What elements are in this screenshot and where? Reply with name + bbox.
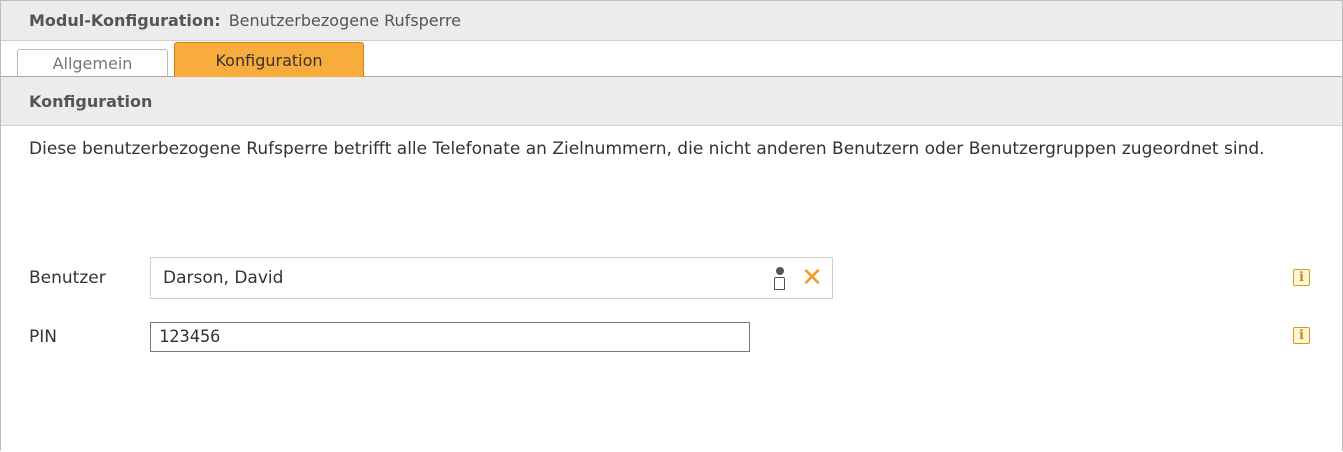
pin-label: PIN [29, 327, 57, 347]
user-label: Benutzer [29, 268, 106, 288]
pin-input[interactable] [150, 322, 750, 352]
panel-title-label: Modul-Konfiguration: [29, 11, 221, 30]
tab-konfiguration[interactable]: Konfiguration [174, 42, 364, 77]
section-title: Konfiguration [1, 77, 1342, 126]
module-config-panel: Modul-Konfiguration: Benutzerbezogene Ru… [0, 0, 1343, 451]
user-picker-field[interactable]: Darson, David ✕ [150, 257, 833, 299]
panel-title-module: Benutzerbezogene Rufsperre [228, 11, 462, 30]
info-icon[interactable]: i [1293, 327, 1310, 344]
close-icon[interactable]: ✕ [800, 265, 824, 291]
user-icon[interactable] [770, 264, 790, 292]
tab-allgemein[interactable]: Allgemein [17, 49, 168, 77]
user-value: Darson, David [163, 268, 284, 288]
user-row: Benutzer Darson, David ✕ [29, 257, 833, 299]
tab-strip: Allgemein Konfiguration [1, 41, 1342, 77]
panel-title-bar: Modul-Konfiguration: Benutzerbezogene Ru… [1, 1, 1342, 41]
pin-row: PIN [29, 322, 750, 352]
section-description: Diese benutzerbezogene Rufsperre betriff… [29, 139, 1265, 159]
info-icon[interactable]: i [1293, 269, 1310, 286]
